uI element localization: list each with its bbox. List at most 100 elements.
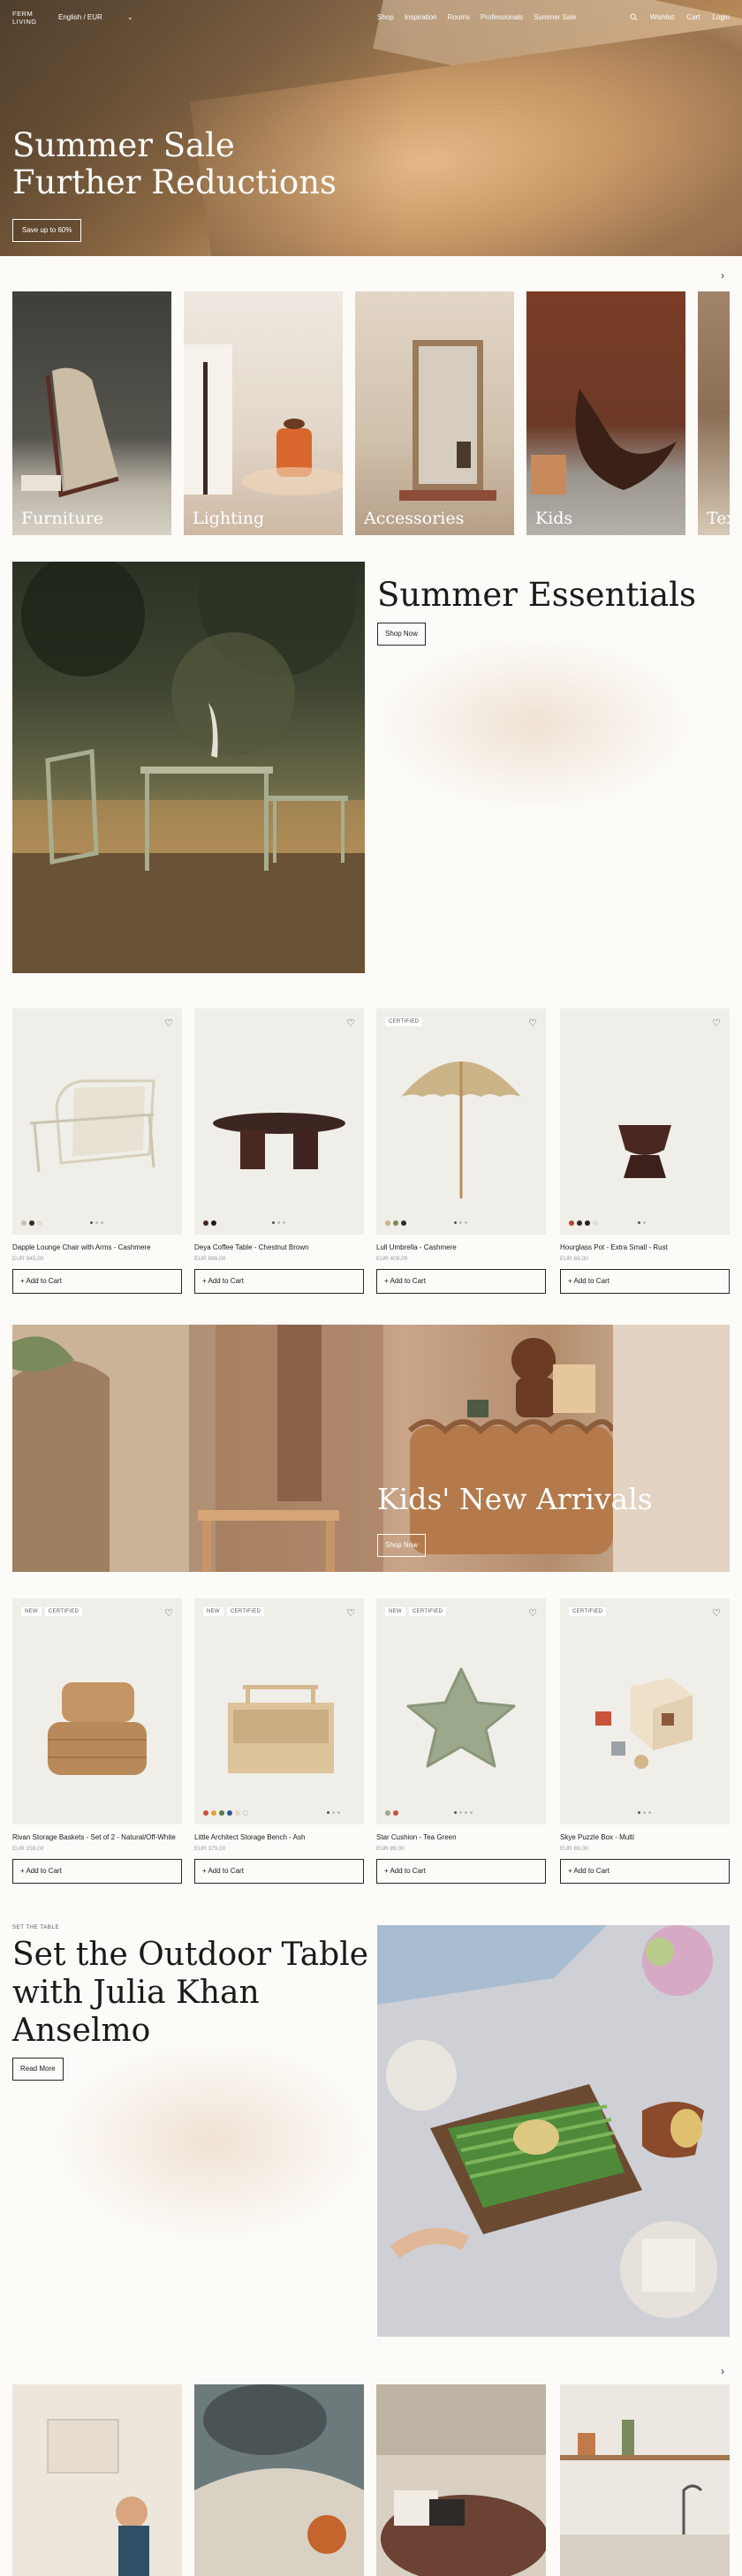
carousel-dot[interactable] [277, 1221, 280, 1224]
product-image[interactable]: ♡ [12, 1008, 182, 1235]
read-more-button[interactable]: Read More [12, 2058, 64, 2081]
product-card[interactable]: NEW CERTIFIED ♡ Little Architect Storage … [194, 1598, 364, 1884]
product-name[interactable]: Skye Puzzle Box - Multi [560, 1833, 730, 1841]
carousel-dot[interactable] [283, 1221, 285, 1224]
inspiration-card-4[interactable] [560, 2384, 730, 2576]
color-swatch[interactable] [29, 1220, 34, 1226]
carousel-dot[interactable] [332, 1811, 335, 1814]
search-icon[interactable] [630, 13, 638, 21]
carousel-dot[interactable] [90, 1221, 93, 1224]
login-link[interactable]: Login [712, 13, 730, 21]
add-to-cart-button[interactable]: + Add to Cart [12, 1859, 182, 1884]
wishlist-heart-icon[interactable]: ♡ [712, 1607, 721, 1619]
add-to-cart-button[interactable]: + Add to Cart [194, 1269, 364, 1294]
carousel-dot[interactable] [459, 1811, 462, 1814]
product-name[interactable]: Deya Coffee Table - Chestnut Brown [194, 1243, 364, 1251]
add-to-cart-button[interactable]: + Add to Cart [560, 1269, 730, 1294]
color-swatch[interactable] [385, 1810, 390, 1816]
carousel-dot[interactable] [643, 1221, 646, 1224]
kids-shop-button[interactable]: Shop Now [377, 1534, 426, 1557]
product-name[interactable]: Star Cushion - Tea Green [376, 1833, 546, 1841]
color-swatch[interactable] [385, 1220, 390, 1226]
product-image[interactable]: ♡ [560, 1008, 730, 1235]
product-name[interactable]: Lull Umbrella - Cashmere [376, 1243, 546, 1251]
product-card[interactable]: NEW CERTIFIED ♡ Rivan Storage Baskets - S… [12, 1598, 182, 1884]
color-swatch[interactable] [393, 1810, 398, 1816]
color-swatch[interactable] [569, 1220, 574, 1226]
slider-next-arrow-icon[interactable]: › [721, 2365, 724, 2377]
wishlist-heart-icon[interactable]: ♡ [528, 1607, 537, 1619]
add-to-cart-button[interactable]: + Add to Cart [376, 1269, 546, 1294]
product-card[interactable]: ♡ Deya Coffee Table - Chestnut Brown EUR… [194, 1008, 364, 1294]
wishlist-heart-icon[interactable]: ♡ [346, 1017, 355, 1029]
brand-logo[interactable]: FERM LIVING [12, 10, 37, 26]
add-to-cart-button[interactable]: + Add to Cart [560, 1859, 730, 1884]
product-name[interactable]: Rivan Storage Baskets - Set of 2 - Natur… [12, 1833, 182, 1841]
product-name[interactable]: Hourglass Pot - Extra Small - Rust [560, 1243, 730, 1251]
color-swatch[interactable] [577, 1220, 582, 1226]
carousel-dot[interactable] [95, 1221, 98, 1224]
inspiration-card-2[interactable] [194, 2384, 364, 2576]
color-swatch[interactable] [37, 1220, 42, 1226]
category-card-furniture[interactable]: Furniture [12, 291, 171, 535]
color-swatch[interactable] [243, 1810, 248, 1816]
category-card-accessories[interactable]: Accessories [355, 291, 514, 535]
color-swatch[interactable] [211, 1220, 216, 1226]
color-swatch[interactable] [203, 1220, 208, 1226]
product-card[interactable]: CERTIFIED ♡ Skye Puzzle Box - Multi EUR … [560, 1598, 730, 1884]
wishlist-link[interactable]: Wishlist [650, 13, 675, 21]
inspiration-card-1[interactable] [12, 2384, 182, 2576]
carousel-dot[interactable] [465, 1811, 467, 1814]
nav-professionals[interactable]: Professionals [481, 13, 523, 21]
category-card-kids[interactable]: Kids [526, 291, 685, 535]
carousel-dot[interactable] [638, 1221, 640, 1224]
add-to-cart-button[interactable]: + Add to Cart [376, 1859, 546, 1884]
product-card[interactable]: ♡ Hourglass Pot - Extra Small - Rust EUR… [560, 1008, 730, 1294]
carousel-dot[interactable] [470, 1811, 473, 1814]
language-currency-selector[interactable]: English / EUR ⌄ [58, 13, 133, 21]
product-card[interactable]: NEW CERTIFIED ♡ Star Cushion - Tea Green … [376, 1598, 546, 1884]
carousel-dot[interactable] [101, 1221, 103, 1224]
product-name[interactable]: Dapple Lounge Chair with Arms - Cashmere [12, 1243, 182, 1251]
product-name[interactable]: Little Architect Storage Bench - Ash [194, 1833, 364, 1841]
add-to-cart-button[interactable]: + Add to Cart [194, 1859, 364, 1884]
carousel-dot[interactable] [337, 1811, 340, 1814]
hero-cta-button[interactable]: Save up to 60% [12, 219, 82, 242]
carousel-dot[interactable] [272, 1221, 275, 1224]
nav-inspiration[interactable]: Inspiration [405, 13, 437, 21]
carousel-dot[interactable] [648, 1811, 651, 1814]
product-image[interactable]: NEW CERTIFIED ♡ [12, 1598, 182, 1824]
carousel-dot[interactable] [465, 1221, 467, 1224]
carousel-dot[interactable] [454, 1811, 457, 1814]
product-image[interactable]: NEW CERTIFIED ♡ [376, 1598, 546, 1824]
product-card[interactable]: ♡ Dapple Lounge Chair with Arms - Cashme… [12, 1008, 182, 1294]
inspiration-card-3[interactable] [376, 2384, 546, 2576]
product-image[interactable]: CERTIFIED ♡ [376, 1008, 546, 1235]
add-to-cart-button[interactable]: + Add to Cart [12, 1269, 182, 1294]
color-swatch[interactable] [211, 1810, 216, 1816]
category-card-textiles[interactable]: Textiles [698, 291, 730, 535]
category-card-lighting[interactable]: Lighting [184, 291, 343, 535]
color-swatch[interactable] [227, 1810, 232, 1816]
color-swatch[interactable] [21, 1220, 26, 1226]
color-swatch[interactable] [219, 1810, 224, 1816]
wishlist-heart-icon[interactable]: ♡ [528, 1017, 537, 1029]
color-swatch[interactable] [235, 1810, 240, 1816]
product-image[interactable]: CERTIFIED ♡ [560, 1598, 730, 1824]
nav-summer-sale[interactable]: Summer Sale [534, 13, 576, 21]
slider-next-arrow-icon[interactable]: › [721, 269, 724, 282]
color-swatch[interactable] [203, 1810, 208, 1816]
wishlist-heart-icon[interactable]: ♡ [164, 1017, 173, 1029]
wishlist-heart-icon[interactable]: ♡ [164, 1607, 173, 1619]
product-card[interactable]: CERTIFIED ♡ Lull Umbrella - Cashmere EUR… [376, 1008, 546, 1294]
color-swatch[interactable] [593, 1220, 598, 1226]
product-image[interactable]: ♡ [194, 1008, 364, 1235]
summer-essentials-shop-button[interactable]: Shop Now [377, 623, 426, 646]
nav-rooms[interactable]: Rooms [448, 13, 470, 21]
nav-shop[interactable]: Shop [377, 13, 394, 21]
color-swatch[interactable] [401, 1220, 406, 1226]
color-swatch[interactable] [393, 1220, 398, 1226]
color-swatch[interactable] [585, 1220, 590, 1226]
product-image[interactable]: NEW CERTIFIED ♡ [194, 1598, 364, 1824]
carousel-dot[interactable] [638, 1811, 640, 1814]
